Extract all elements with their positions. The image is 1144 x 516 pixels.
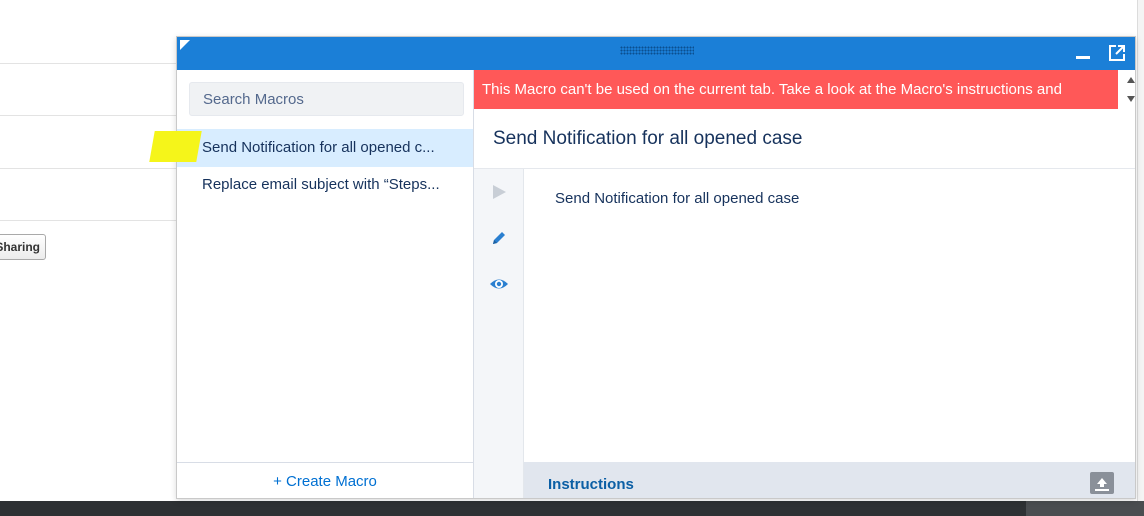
background-divider [0,115,178,116]
divider [474,168,1135,169]
macro-list-item-selected[interactable]: Send Notification for all opened c... [177,129,473,167]
preview-icon[interactable] [489,275,509,293]
background-divider [0,220,178,221]
taskbar-tray [1026,501,1144,516]
edit-icon[interactable] [489,229,509,247]
background-divider [0,63,178,64]
scroll-down-arrow-icon[interactable] [1127,96,1135,102]
macro-list-item[interactable]: Replace email subject with “Steps... [177,166,473,204]
resize-corner-icon[interactable] [180,40,190,50]
sharing-button[interactable]: Sharing [0,234,46,260]
macro-detail-panel: This Macro can't be used on the current … [474,70,1135,498]
search-macros-input[interactable]: Search Macros [189,82,464,116]
drag-handle-icon[interactable] [620,46,694,55]
popout-icon[interactable] [1109,45,1125,61]
expand-arrow-icon [1095,478,1109,491]
minimize-icon[interactable] [1076,56,1090,59]
macro-item-label: Replace email subject with “Steps... [202,176,440,193]
taskbar [0,501,1144,516]
page-scrollbar[interactable] [1137,0,1144,501]
error-banner: This Macro can't be used on the current … [474,70,1118,109]
background-divider [0,168,178,169]
instructions-label: Instructions [548,476,634,493]
macro-description: Send Notification for all opened case [555,190,800,207]
scroll-up-arrow-icon[interactable] [1127,77,1135,83]
create-macro-link[interactable]: + Create Macro [177,462,473,498]
action-rail [474,169,524,498]
play-icon[interactable] [489,183,509,201]
macro-list-panel: Search Macros Send Notification for all … [177,70,474,498]
instructions-bar[interactable]: Instructions [524,462,1135,498]
macro-title: Send Notification for all opened case [493,128,803,149]
page: Sharing Search Macros Send Notification … [0,0,1144,516]
macro-window: Search Macros Send Notification for all … [149,36,1136,499]
macro-window-header[interactable] [177,37,1135,70]
macro-item-label: Send Notification for all opened c... [202,139,435,156]
expand-icon[interactable] [1090,472,1114,494]
highlight-mark [149,131,202,162]
